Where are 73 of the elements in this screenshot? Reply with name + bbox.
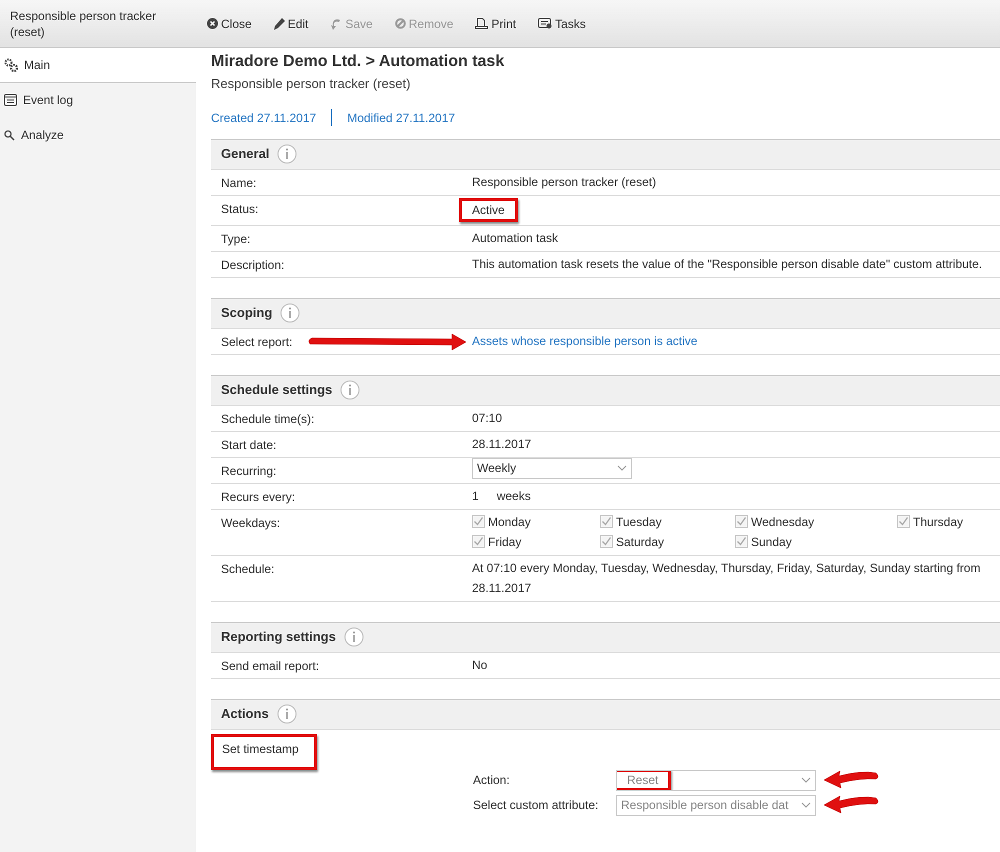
dropdown[interactable]: Responsible person disable dat bbox=[616, 794, 816, 816]
field-label: Send email report: bbox=[221, 658, 320, 672]
blocked-icon bbox=[394, 18, 406, 29]
recurrence-count: 1 bbox=[472, 488, 479, 502]
info-icon bbox=[344, 627, 364, 647]
checkbox-label: Wednesday bbox=[751, 514, 814, 530]
section-title: General bbox=[221, 145, 270, 164]
toolbar-button[interactable]: Close bbox=[196, 14, 263, 32]
field-label: Select custom attribute: bbox=[473, 797, 600, 814]
sidebar-item[interactable]: Event log bbox=[0, 83, 196, 118]
info-icon bbox=[280, 303, 300, 323]
section-title: Actions bbox=[221, 705, 269, 724]
field-label: Recurs every: bbox=[221, 490, 296, 504]
dropdown[interactable]: Reset bbox=[616, 770, 816, 790]
field-value: 28.11.2017 bbox=[472, 436, 532, 450]
gears-icon bbox=[4, 58, 18, 72]
field-label: Select report: bbox=[221, 334, 292, 348]
checkbox-label: Saturday bbox=[616, 534, 664, 550]
checkbox-label: Friday bbox=[488, 534, 522, 550]
undo-icon bbox=[330, 18, 342, 30]
list-icon bbox=[538, 18, 552, 29]
section-title: Reporting settings bbox=[221, 628, 336, 646]
field-value: This automation task resets the value of the "Responsible person disable date" custom attribute. bbox=[472, 256, 982, 270]
breadcrumb-title: Miradore Demo Ltd. > Automation task bbox=[211, 52, 506, 72]
pencil-icon bbox=[274, 18, 285, 30]
search-icon bbox=[4, 130, 15, 140]
sidebar-item[interactable]: Main bbox=[0, 48, 196, 83]
action-title: Set timestamp bbox=[211, 734, 317, 770]
field-value: Active bbox=[459, 198, 518, 222]
field-value: No bbox=[472, 658, 488, 672]
field-label: Start date: bbox=[221, 438, 276, 452]
caret-icon bbox=[801, 777, 811, 783]
report-link[interactable]: Assets whose responsible person is active bbox=[472, 334, 698, 348]
dropdown-value: Weekly bbox=[477, 460, 516, 477]
created-date: Created 27.11.2017 bbox=[211, 110, 316, 126]
section-title: Scoping bbox=[221, 304, 272, 322]
dropdown-value: Reset bbox=[617, 770, 672, 790]
field-label: Schedule: bbox=[221, 562, 274, 576]
window-title: Responsible person tracker (reset) bbox=[9, 8, 158, 40]
dropdown[interactable]: Weekly bbox=[472, 458, 632, 478]
field-label: Weekdays: bbox=[221, 516, 280, 530]
toolbar-button[interactable]: Print bbox=[464, 14, 528, 32]
unit-label: weeks bbox=[496, 488, 531, 502]
info-icon bbox=[276, 704, 297, 724]
field-label: Recurring: bbox=[221, 464, 276, 478]
caret-icon bbox=[801, 802, 811, 808]
field-label: Name: bbox=[221, 176, 256, 190]
checkbox-label: Tuesday bbox=[616, 514, 662, 530]
close-icon bbox=[207, 18, 218, 29]
field-value: 07:10 bbox=[472, 410, 502, 424]
modified-date: Modified 27.11.2017 bbox=[347, 110, 456, 126]
info-icon bbox=[277, 144, 298, 164]
section-title: Schedule settings bbox=[221, 381, 332, 400]
field-label: Action: bbox=[473, 772, 511, 789]
dropdown-value: Responsible person disable dat bbox=[621, 797, 788, 814]
calendar-icon bbox=[4, 94, 17, 106]
sidebar-item[interactable]: Analyze bbox=[0, 118, 196, 153]
field-label: Schedule time(s): bbox=[221, 412, 314, 426]
field-value: Responsible person tracker (reset) bbox=[472, 174, 656, 188]
subtitle: Responsible person tracker (reset) bbox=[211, 75, 412, 93]
field-label: Type: bbox=[221, 232, 250, 246]
checkbox-label: Sunday bbox=[751, 534, 792, 550]
checkbox-label: Monday bbox=[488, 514, 531, 530]
field-value: At 07:10 every Monday, Tuesday, Wednesday, Thursday, Friday, Saturday, Sunday starting from 28.11.2017 bbox=[472, 560, 980, 594]
field-label: Description: bbox=[221, 258, 284, 272]
toolbar-button[interactable]: Edit bbox=[262, 14, 320, 32]
info-icon bbox=[340, 380, 360, 400]
field-label: Status: bbox=[221, 202, 258, 216]
checkbox-label: Thursday bbox=[913, 514, 964, 530]
document-icon bbox=[475, 18, 488, 29]
caret-icon bbox=[617, 465, 627, 471]
toolbar-button[interactable]: Tasks bbox=[527, 14, 597, 32]
field-value: Automation task bbox=[472, 230, 558, 244]
